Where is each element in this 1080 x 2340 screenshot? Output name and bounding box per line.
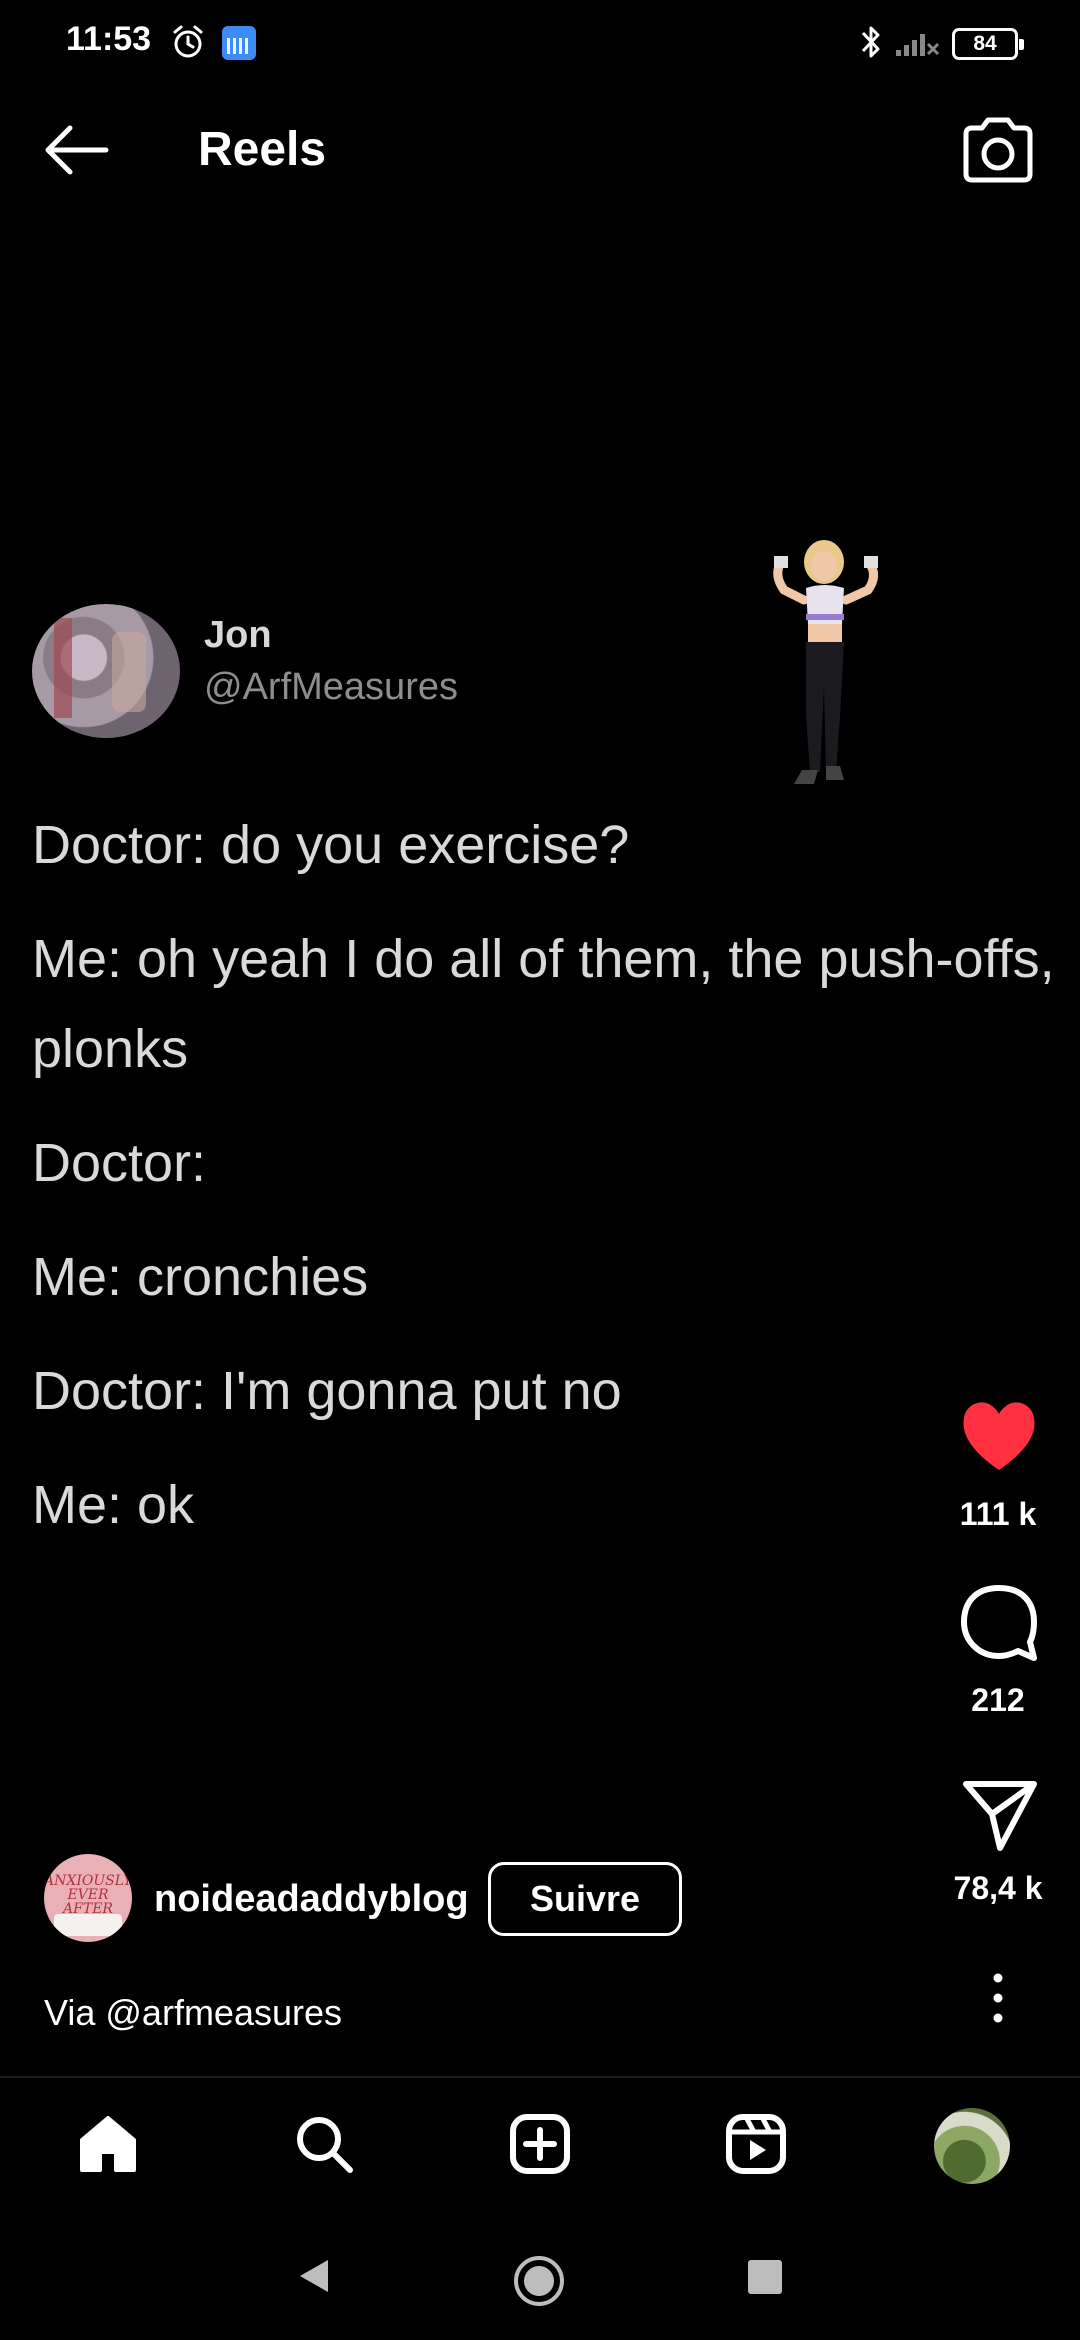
camera-icon[interactable] [958,114,1038,186]
tweet-line: Me: cronchies [32,1247,369,1307]
home-icon[interactable] [70,2106,146,2182]
page-title: Reels [198,123,327,176]
tweet-body: Doctor: do you exercise? Me: oh yeah I d… [32,800,1062,1574]
back-triangle-icon[interactable] [296,2256,332,2296]
author-username[interactable]: noideadaddyblog [154,1878,469,1921]
signal-icon [896,34,940,56]
tweet-avatar [32,604,180,738]
comment-icon[interactable] [944,1580,1054,1664]
battery-level: 84 [973,32,997,55]
post-caption[interactable]: Via @arfmeasures [44,1992,342,2034]
tweet-author-handle: @ArfMeasures [204,666,458,708]
author-avatar[interactable]: ANXIOUSLY EVER AFTER [44,1854,132,1942]
tweet-line: Me: ok [32,1475,195,1535]
profile-avatar[interactable] [934,2108,1010,2184]
share-count: 78,4 k [953,1870,1043,1906]
follow-button[interactable]: Suivre [488,1862,682,1936]
tweet-line: Doctor: I'm gonna put no [32,1361,622,1421]
tweet-line: Me: oh yeah I do all of them, the push-o… [32,929,1055,1079]
comment-count: 212 [971,1682,1025,1718]
calendar-icon [222,26,256,60]
status-time: 11:53 [66,20,152,58]
header: Reels [0,100,1080,200]
like-count: 111 k [959,1496,1037,1532]
system-nav-bar [0,2210,1080,2340]
home-circle-icon[interactable] [512,2254,566,2308]
tweet-line: Doctor: [32,1133,207,1193]
dancer-sticker [773,540,878,784]
alarm-icon [173,25,203,58]
divider [0,2076,1080,2078]
tweet-author-name: Jon [204,614,272,656]
tweet-line: Doctor: do you exercise? [32,815,630,875]
status-bar: 11:53 84 [0,0,1080,88]
heart-icon[interactable] [944,1396,1054,1476]
search-icon[interactable] [286,2106,362,2182]
more-options-icon[interactable] [976,1970,1020,2026]
arrow-left-icon[interactable] [40,122,112,178]
battery-icon: 84 [952,28,1024,60]
create-icon[interactable] [502,2106,578,2182]
author-avatar-text: ANXIOUSLY EVER AFTER [44,1873,132,1917]
bottom-nav [0,2080,1080,2204]
send-icon[interactable] [944,1772,1054,1856]
reels-icon[interactable] [718,2106,794,2182]
recents-square-icon[interactable] [748,2260,782,2294]
bluetooth-icon [861,26,880,58]
